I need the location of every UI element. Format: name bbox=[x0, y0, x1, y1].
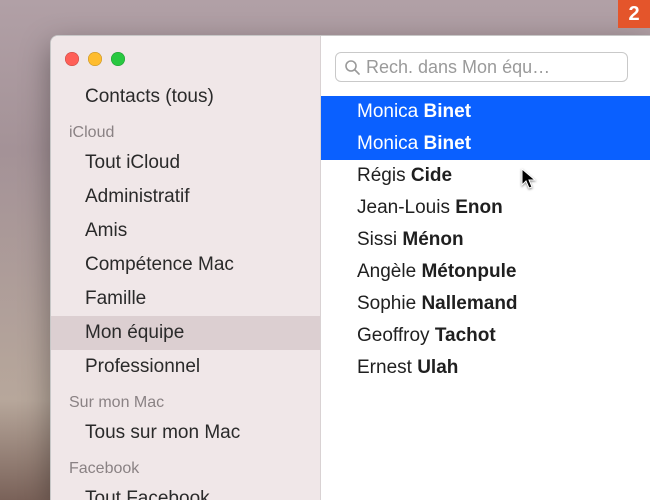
contact-last: Binet bbox=[424, 133, 472, 154]
close-icon[interactable] bbox=[65, 52, 79, 66]
sidebar-heading: Sur mon Mac bbox=[51, 384, 320, 416]
list-item[interactable]: Régis Cide bbox=[321, 160, 650, 192]
contact-last: Métonpule bbox=[421, 261, 516, 282]
contact-last: Cide bbox=[411, 165, 452, 186]
contact-first: Angèle bbox=[357, 261, 416, 282]
sidebar-item[interactable]: Famille bbox=[51, 282, 320, 316]
contact-first: Ernest bbox=[357, 357, 412, 378]
contact-first: Geoffroy bbox=[357, 325, 430, 346]
contact-first: Jean-Louis bbox=[357, 197, 450, 218]
sidebar-item[interactable]: Mon équipe bbox=[51, 316, 320, 350]
sidebar-item[interactable]: Professionnel bbox=[51, 350, 320, 384]
contact-last: Enon bbox=[455, 197, 503, 218]
sidebar-item[interactable]: Contacts (tous) bbox=[51, 80, 320, 114]
step-badge: 2 bbox=[618, 0, 650, 28]
sidebar-heading: iCloud bbox=[51, 114, 320, 146]
contact-last: Tachot bbox=[435, 325, 496, 346]
sidebar-item[interactable]: Tout iCloud bbox=[51, 146, 320, 180]
contact-list: Monica BinetMonica BinetRégis CideJean-L… bbox=[321, 96, 650, 384]
contact-last: Ulah bbox=[417, 357, 458, 378]
contact-first: Monica bbox=[357, 133, 418, 154]
list-item[interactable]: Ernest Ulah bbox=[321, 352, 650, 384]
contact-first: Régis bbox=[357, 165, 406, 186]
sidebar-item[interactable]: Administratif bbox=[51, 180, 320, 214]
sidebar-item[interactable]: Tous sur mon Mac bbox=[51, 416, 320, 450]
sidebar: Contacts (tous)iCloudTout iCloudAdminist… bbox=[51, 36, 321, 500]
contact-first: Sophie bbox=[357, 293, 416, 314]
list-item[interactable]: Geoffroy Tachot bbox=[321, 320, 650, 352]
contact-last: Binet bbox=[424, 101, 472, 122]
sidebar-item[interactable]: Tout Facebook bbox=[51, 482, 320, 500]
contact-first: Monica bbox=[357, 101, 418, 122]
contacts-pane: Rech. dans Mon équ… Monica BinetMonica B… bbox=[321, 36, 650, 500]
contact-first: Sissi bbox=[357, 229, 397, 250]
list-item[interactable]: Jean-Louis Enon bbox=[321, 192, 650, 224]
zoom-icon[interactable] bbox=[111, 52, 125, 66]
contact-last: Nallemand bbox=[421, 293, 517, 314]
search-icon bbox=[344, 59, 360, 75]
list-item[interactable]: Sophie Nallemand bbox=[321, 288, 650, 320]
contact-last: Ménon bbox=[402, 229, 463, 250]
sidebar-item[interactable]: Compétence Mac bbox=[51, 248, 320, 282]
list-item[interactable]: Monica Binet bbox=[321, 128, 650, 160]
minimize-icon[interactable] bbox=[88, 52, 102, 66]
search-placeholder: Rech. dans Mon équ… bbox=[366, 57, 550, 78]
contacts-window: Contacts (tous)iCloudTout iCloudAdminist… bbox=[50, 35, 650, 500]
sidebar-heading: Facebook bbox=[51, 450, 320, 482]
search-input[interactable]: Rech. dans Mon équ… bbox=[335, 52, 628, 82]
list-item[interactable]: Sissi Ménon bbox=[321, 224, 650, 256]
list-item[interactable]: Angèle Métonpule bbox=[321, 256, 650, 288]
sidebar-item[interactable]: Amis bbox=[51, 214, 320, 248]
window-controls bbox=[51, 46, 320, 80]
list-item[interactable]: Monica Binet bbox=[321, 96, 650, 128]
